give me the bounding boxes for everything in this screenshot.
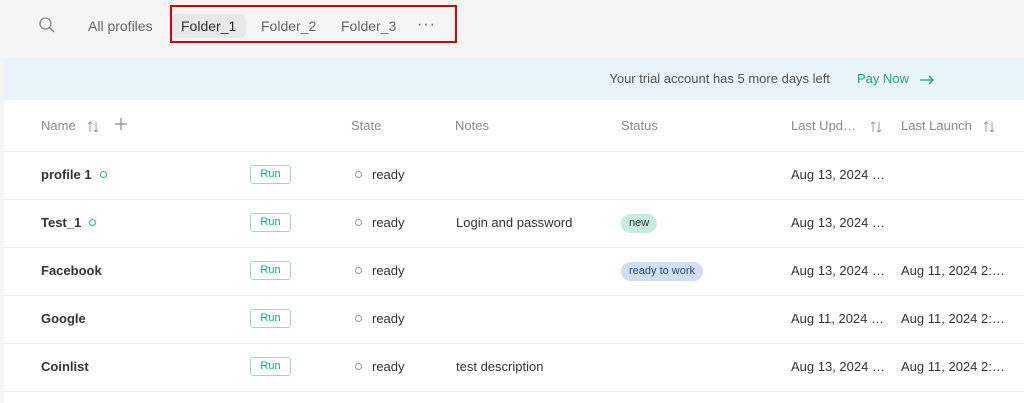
run-button[interactable]: Run <box>250 165 291 184</box>
state-dot-icon <box>355 219 362 227</box>
table-row[interactable]: Facebook Run ready ready to work Aug 13,… <box>4 247 1024 296</box>
table-row[interactable]: Google Run ready Aug 11, 2024 … Aug 11, … <box>4 295 1024 344</box>
run-button[interactable]: Run <box>250 357 291 376</box>
header-last-launch-label: Last Launch <box>901 118 972 133</box>
header-notes: Notes <box>455 118 489 133</box>
trial-message: Your trial account has 5 more days left <box>609 71 830 86</box>
profile-last-launch: Aug 11, 2024 2:… <box>901 263 1005 278</box>
profile-last-updated: Aug 13, 2024 … <box>791 263 885 278</box>
trial-banner: Your trial account has 5 more days left … <box>4 58 1024 100</box>
state-dot-icon <box>355 267 362 275</box>
highlight-box <box>170 5 457 43</box>
header-last-launch[interactable]: Last Launch <box>901 118 995 133</box>
state-dot-icon <box>355 171 362 179</box>
header-last-updated-label: Last Upd… <box>791 118 857 133</box>
status-dot-icon <box>99 171 107 179</box>
profile-state: ready <box>355 167 405 182</box>
profile-state: ready <box>355 311 405 326</box>
run-button[interactable]: Run <box>250 309 291 328</box>
table-row[interactable]: Test_1 Run ready Login and password new … <box>4 199 1024 248</box>
table-header: Name State Notes Status Last Upd… Last L… <box>4 100 1024 152</box>
arrow-right-icon <box>919 75 934 85</box>
profile-name[interactable]: profile 1 <box>41 167 107 182</box>
profile-state: ready <box>355 215 405 230</box>
header-name[interactable]: Name <box>41 118 99 133</box>
state-dot-icon <box>355 363 362 371</box>
tab-all-profiles[interactable]: All profiles <box>88 14 153 38</box>
pay-now-link[interactable]: Pay Now <box>857 71 935 86</box>
profile-notes: test description <box>456 359 544 374</box>
header-status: Status <box>621 118 658 133</box>
profile-last-updated: Aug 13, 2024 … <box>791 167 885 182</box>
sort-icon[interactable] <box>87 120 99 133</box>
profile-last-updated: Aug 13, 2024 … <box>791 215 885 230</box>
table-row[interactable]: Coinlist Run ready test description Aug … <box>4 343 1024 392</box>
state-dot-icon <box>355 315 362 323</box>
profile-name[interactable]: Coinlist <box>41 359 89 374</box>
profile-state: ready <box>355 263 405 278</box>
profile-last-updated: Aug 13, 2024 … <box>791 359 885 374</box>
status-badge[interactable]: ready to work <box>621 262 704 281</box>
search-icon[interactable] <box>38 16 56 34</box>
profile-state: ready <box>355 359 405 374</box>
profile-name[interactable]: Facebook <box>41 263 102 278</box>
status-badge[interactable]: new <box>621 214 658 233</box>
run-button[interactable]: Run <box>250 261 291 280</box>
header-state: State <box>351 118 382 133</box>
profile-notes: Login and password <box>456 215 573 230</box>
table-row[interactable]: profile 1 Run ready Aug 13, 2024 … <box>4 151 1024 200</box>
pay-now-label: Pay Now <box>857 71 910 86</box>
run-button[interactable]: Run <box>250 213 291 232</box>
top-bar: All profiles Folder_1 Folder_2 Folder_3 … <box>0 0 1024 50</box>
status-dot-icon <box>89 219 97 227</box>
sort-icon[interactable] <box>870 120 882 133</box>
sort-icon[interactable] <box>983 120 995 133</box>
profile-last-updated: Aug 11, 2024 … <box>791 311 884 326</box>
profile-last-launch: Aug 11, 2024 2:… <box>901 359 1005 374</box>
profile-name[interactable]: Test_1 <box>41 215 97 230</box>
header-name-label: Name <box>41 118 76 133</box>
add-icon[interactable] <box>114 117 128 131</box>
profile-last-launch: Aug 11, 2024 2:… <box>901 311 1005 326</box>
profiles-table: Name State Notes Status Last Upd… Last L… <box>4 100 1024 403</box>
header-last-updated[interactable]: Last Upd… <box>791 118 882 133</box>
profile-name[interactable]: Google <box>41 311 86 326</box>
